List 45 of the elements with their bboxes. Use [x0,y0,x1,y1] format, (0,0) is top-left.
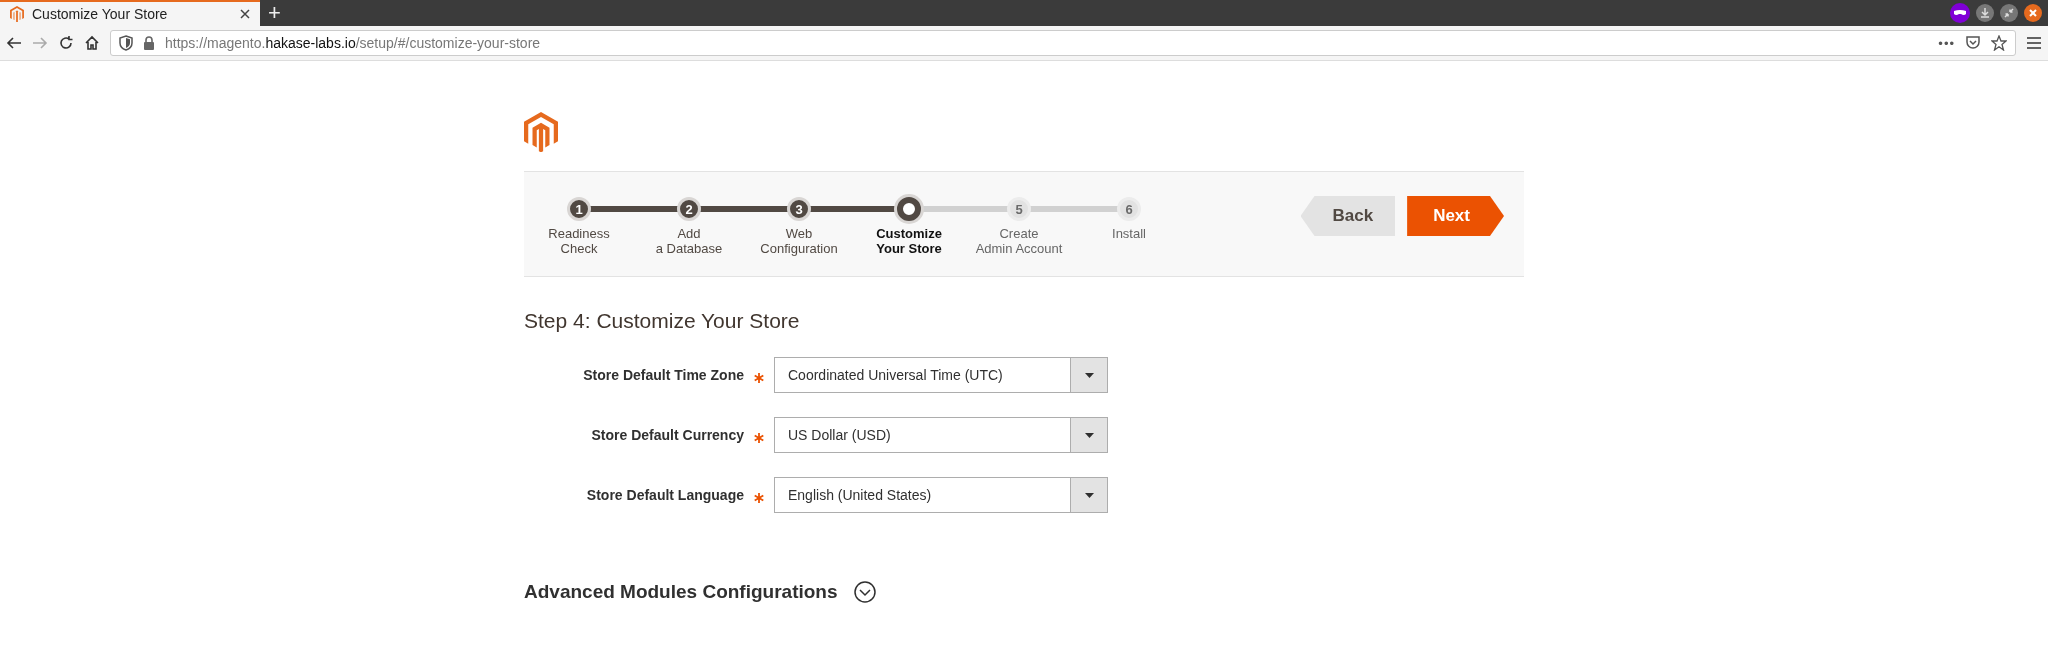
url-text: https://magento.hakase-labs.io/setup/#/customize-your-store [165,35,541,51]
download-icon[interactable] [1976,4,1994,22]
page-actions-menu[interactable]: ••• [1938,35,1955,51]
step-label: Add a Database [655,226,723,256]
close-icon[interactable] [240,9,250,19]
step-marker: 5 [1007,197,1031,221]
lock-icon [143,36,155,50]
step-heading: Step 4: Customize Your Store [524,309,801,333]
close-icon[interactable] [2024,4,2042,22]
next-button[interactable]: Next [1407,196,1504,236]
step-label: Readiness Check [548,226,610,256]
back-arrow-icon[interactable] [6,35,22,51]
step-marker: 6 [1117,197,1141,221]
step-label: Install [1112,226,1146,241]
magento-logo-icon [524,112,558,152]
back-button[interactable]: Back [1300,196,1396,236]
home-icon[interactable] [84,35,100,51]
reload-icon[interactable] [58,35,74,51]
magento-logo-icon [10,6,24,22]
mask-icon [1950,3,1970,23]
caret-icon [1084,492,1094,498]
field-label: Store Default Time Zone [582,367,744,383]
step-label: Create Admin Account [975,226,1063,256]
field-label: Store Default Currency [590,427,744,443]
step-label: Customize Your Store [876,226,942,256]
pocket-icon[interactable] [1965,35,1981,51]
browser-tab[interactable]: Customize Your Store [0,0,260,26]
shield-icon [119,35,133,51]
step-marker: 3 [787,197,811,221]
step-label: Web Configuration [760,226,838,256]
menu-icon[interactable] [2026,36,2042,50]
step-marker: 2 [677,197,701,221]
caret-icon [1084,372,1094,378]
star-icon[interactable] [1991,35,2007,51]
dropdown-field[interactable]: US Dollar (USD) [774,417,1108,453]
section-title: Advanced Modules Configurations [524,581,838,603]
step-marker: 1 [567,197,591,221]
field-label: Store Default Language [585,487,744,503]
restore-icon[interactable] [2000,4,2018,22]
dropdown-field[interactable]: English (United States) [774,477,1108,513]
new-tab-button[interactable]: + [268,2,281,24]
address-bar[interactable]: https://magento.hakase-labs.io/setup/#/customize-your-store ••• [110,30,2016,56]
expand-toggle-icon[interactable] [853,581,876,603]
dropdown-field[interactable]: Coordinated Universal Time (UTC) [774,357,1108,393]
caret-icon [1084,432,1094,438]
